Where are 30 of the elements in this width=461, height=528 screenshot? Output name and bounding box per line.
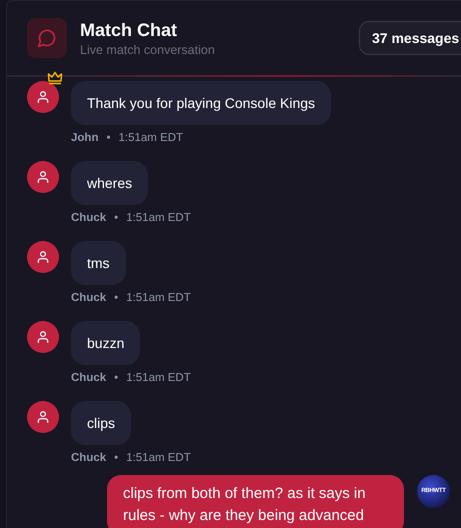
user-icon bbox=[36, 330, 50, 344]
separator-dot: • bbox=[106, 131, 111, 145]
separator-dot: • bbox=[114, 211, 118, 225]
chat-bubble-icon bbox=[37, 28, 57, 48]
author-name: Chuck bbox=[71, 291, 106, 305]
user-icon bbox=[36, 410, 50, 424]
user-icon bbox=[36, 250, 50, 264]
message-bubble: Thank you for playing Console Kings bbox=[71, 81, 332, 125]
message-time: 1:51am EDT bbox=[126, 291, 191, 305]
message-time: 1:51am EDT bbox=[118, 131, 184, 145]
author-name: Chuck bbox=[71, 451, 106, 465]
author-name: Chuck bbox=[71, 371, 106, 385]
message-time: 1:51am EDT bbox=[126, 211, 191, 225]
message-bubble: clips bbox=[71, 401, 132, 445]
user-icon bbox=[36, 170, 50, 184]
separator-dot: • bbox=[114, 291, 118, 305]
message-bubble: tms bbox=[71, 241, 126, 285]
separator-dot: • bbox=[114, 371, 118, 385]
author-name: John bbox=[71, 131, 98, 145]
separator-dot: • bbox=[114, 451, 118, 465]
message-time: 1:51am EDT bbox=[126, 371, 191, 385]
chat-title: Match Chat bbox=[80, 18, 178, 40]
chat-subtitle: Live match conversation bbox=[80, 42, 215, 58]
user-icon bbox=[36, 90, 50, 104]
message-count-badge: 37 messages bbox=[359, 21, 461, 55]
message-bubble: wheres bbox=[71, 161, 148, 205]
message-time: 1:51am EDT bbox=[126, 451, 191, 465]
message-bubble: clips from both of them? as it says in rules - why are they being advanced bbox=[107, 475, 404, 528]
message-bubble: buzzn bbox=[71, 321, 140, 365]
author-name: Chuck bbox=[71, 211, 106, 225]
